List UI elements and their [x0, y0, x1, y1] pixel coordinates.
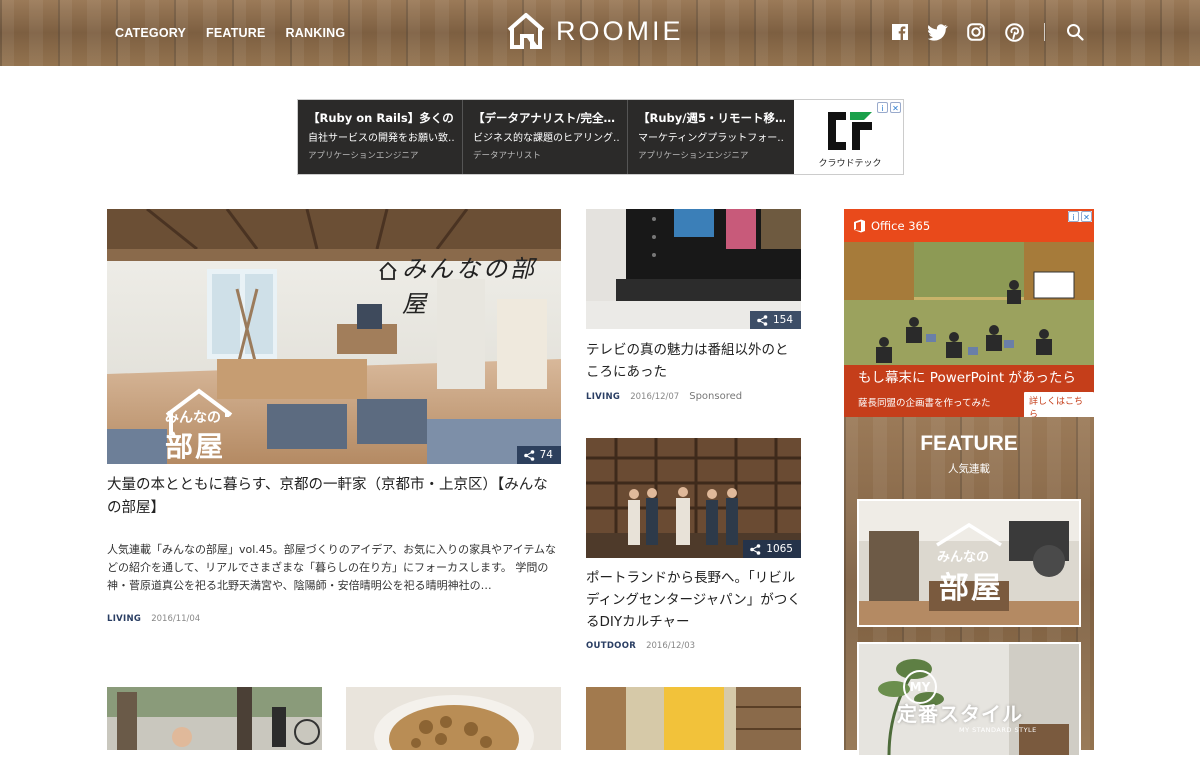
ad-listings: 【Ruby on Rails】多くの… 自社サービスの開発をお願い致… アプリケ…	[298, 100, 794, 174]
adchoices-info-icon[interactable]: i	[1068, 211, 1079, 222]
ad-job-role: データアナリスト	[473, 151, 541, 161]
facebook-icon[interactable]	[890, 22, 910, 42]
feature-card-minna-no-heya[interactable]: みんなの 部屋	[857, 499, 1081, 627]
bookshelf-photo	[586, 687, 801, 750]
share-count-badge: 154	[749, 311, 801, 329]
category-link[interactable]: OUTDOOR	[586, 641, 636, 651]
samurai-meeting-illustration	[844, 242, 1094, 365]
search-icon[interactable]	[1065, 22, 1085, 42]
divider	[1044, 23, 1045, 41]
social-links	[890, 22, 1085, 42]
sponsored-label: Sponsored	[689, 391, 743, 402]
adchoices-close-icon[interactable]: ✕	[890, 102, 901, 113]
share-count-badge: 1065	[743, 540, 801, 558]
top-ad-banner[interactable]: 【Ruby on Rails】多くの… 自社サービスの開発をお願い致… アプリケ…	[297, 99, 904, 175]
feature-title: FEATURE	[920, 432, 1018, 455]
adchoices[interactable]: i ✕	[877, 102, 901, 113]
sidebar-ad[interactable]: Office 365 もし幕末に PowerPoint があったら 薩長同盟の企…	[844, 209, 1094, 417]
instagram-icon[interactable]	[966, 22, 986, 42]
ad-job-title: 【Ruby on Rails】多くの…	[308, 111, 454, 125]
pinterest-icon[interactable]	[1004, 22, 1024, 42]
office-brand: Office 365	[871, 218, 931, 233]
site-header: CATEGORY FEATURE RANKING ROOMIE	[0, 0, 1200, 66]
overlay-caption: みんなの部屋	[402, 255, 537, 318]
ad-headline: もし幕末に PowerPoint があったら	[858, 370, 1076, 386]
ad-job-role: アプリケーションエンジニア	[638, 151, 749, 161]
category-link[interactable]: LIVING	[107, 614, 141, 624]
category-link[interactable]: LIVING	[586, 392, 620, 402]
share-icon	[750, 543, 761, 555]
article-1-meta: LIVING 2016/11/04	[107, 614, 200, 624]
minna-logo-line2: 部屋	[165, 430, 226, 463]
logo-text: ROOMIE	[556, 15, 684, 46]
share-count: 1065	[766, 543, 793, 555]
post-date: 2016/12/07	[630, 391, 680, 402]
ad-job-2[interactable]: 【データアナリスト/完全… ビジネス的な課題のヒアリング… データアナリスト	[463, 100, 628, 174]
ad-job-title: 【データアナリスト/完全…	[473, 111, 615, 125]
article-1-image[interactable]: みんなの部屋 みんなの 部屋 74	[107, 209, 561, 464]
ad-cta-button[interactable]: 詳しくはこちら	[1024, 392, 1094, 417]
adchoices-close-icon[interactable]: ✕	[1081, 211, 1092, 222]
card-logo-line2: 部屋	[939, 571, 1003, 606]
office365-bar: Office 365	[844, 209, 1094, 242]
article-2-image[interactable]: 154	[586, 209, 801, 329]
office-logo-icon	[854, 219, 865, 232]
ad-job-body: マーケティングプラットフォー…	[638, 133, 785, 144]
card2-title: 定番スタイル	[897, 702, 1023, 726]
ad-logo-caption: クラウドテック	[818, 158, 882, 169]
card2-subtitle: MY STANDARD STYLE	[959, 726, 1037, 734]
article-2-meta: LIVING 2016/12/07 Sponsored	[586, 391, 742, 402]
article-6-image[interactable]	[586, 687, 801, 750]
post-date: 2016/12/03	[646, 641, 696, 651]
adchoices-info-icon[interactable]: i	[877, 102, 888, 113]
article-3-image[interactable]: 1065	[586, 438, 801, 558]
article-2-title[interactable]: テレビの真の魅力は番組以外のところにあった	[586, 339, 801, 383]
ad-job-body: 自社サービスの開発をお願い致…	[308, 133, 454, 144]
share-count: 154	[772, 314, 793, 326]
ad-subline: 薩長同盟の企画書を作ってみた	[858, 398, 991, 409]
feature-panel: FEATURE 人気連載 みんなの 部屋 MY 定番スタイル MY STANDA…	[844, 417, 1094, 757]
twitter-icon[interactable]	[928, 22, 948, 42]
ad-job-title: 【Ruby/週5・リモート移…	[638, 111, 785, 125]
crowdtech-logo[interactable]: クラウドテック	[804, 104, 896, 172]
share-count-badge: 74	[516, 446, 561, 464]
article-3-meta: OUTDOOR 2016/12/03	[586, 641, 695, 651]
crowdtech-mark-icon	[828, 111, 872, 150]
site-logo[interactable]: ROOMIE	[506, 12, 684, 50]
article-1-excerpt: 人気連載「みんなの部屋」vol.45。部屋づくりのアイデア、お気に入りの家具やア…	[107, 543, 557, 592]
main-nav: CATEGORY FEATURE RANKING	[115, 26, 345, 40]
article-1-title[interactable]: 大量の本とともに暮らす、京都の一軒家（京都市・上京区）【みんなの部屋】	[107, 474, 561, 520]
feature-card-my-standard-style[interactable]: MY 定番スタイル MY STANDARD STYLE	[857, 642, 1081, 757]
article-3-title[interactable]: ポートランドから長野へ。「リビルディングセンタージャパン」がつくるDIYカルチャ…	[586, 567, 801, 633]
share-icon	[523, 449, 534, 461]
share-count: 74	[539, 449, 553, 461]
nav-feature[interactable]: FEATURE	[206, 26, 266, 40]
ad-job-body: ビジネス的な課題のヒアリング…	[473, 133, 619, 144]
share-icon	[757, 314, 768, 326]
article-4-image[interactable]	[107, 687, 322, 750]
food-photo	[346, 687, 561, 750]
adchoices[interactable]: i ✕	[1068, 211, 1092, 222]
ad-job-role: アプリケーションエンジニア	[308, 151, 419, 161]
ad-job-3[interactable]: 【Ruby/週5・リモート移… マーケティングプラットフォー… アプリケーション…	[628, 100, 793, 174]
nav-ranking[interactable]: RANKING	[286, 26, 346, 40]
bicycle-photo	[107, 687, 322, 750]
feature-subtitle: 人気連載	[948, 463, 990, 475]
ad-job-1[interactable]: 【Ruby on Rails】多くの… 自社サービスの開発をお願い致… アプリケ…	[298, 100, 463, 174]
house-logo-icon	[507, 13, 545, 49]
post-date: 2016/11/04	[151, 614, 201, 624]
minna-logo-line1: みんなの	[165, 410, 221, 426]
article-5-image[interactable]	[346, 687, 561, 750]
nav-category[interactable]: CATEGORY	[115, 26, 186, 40]
